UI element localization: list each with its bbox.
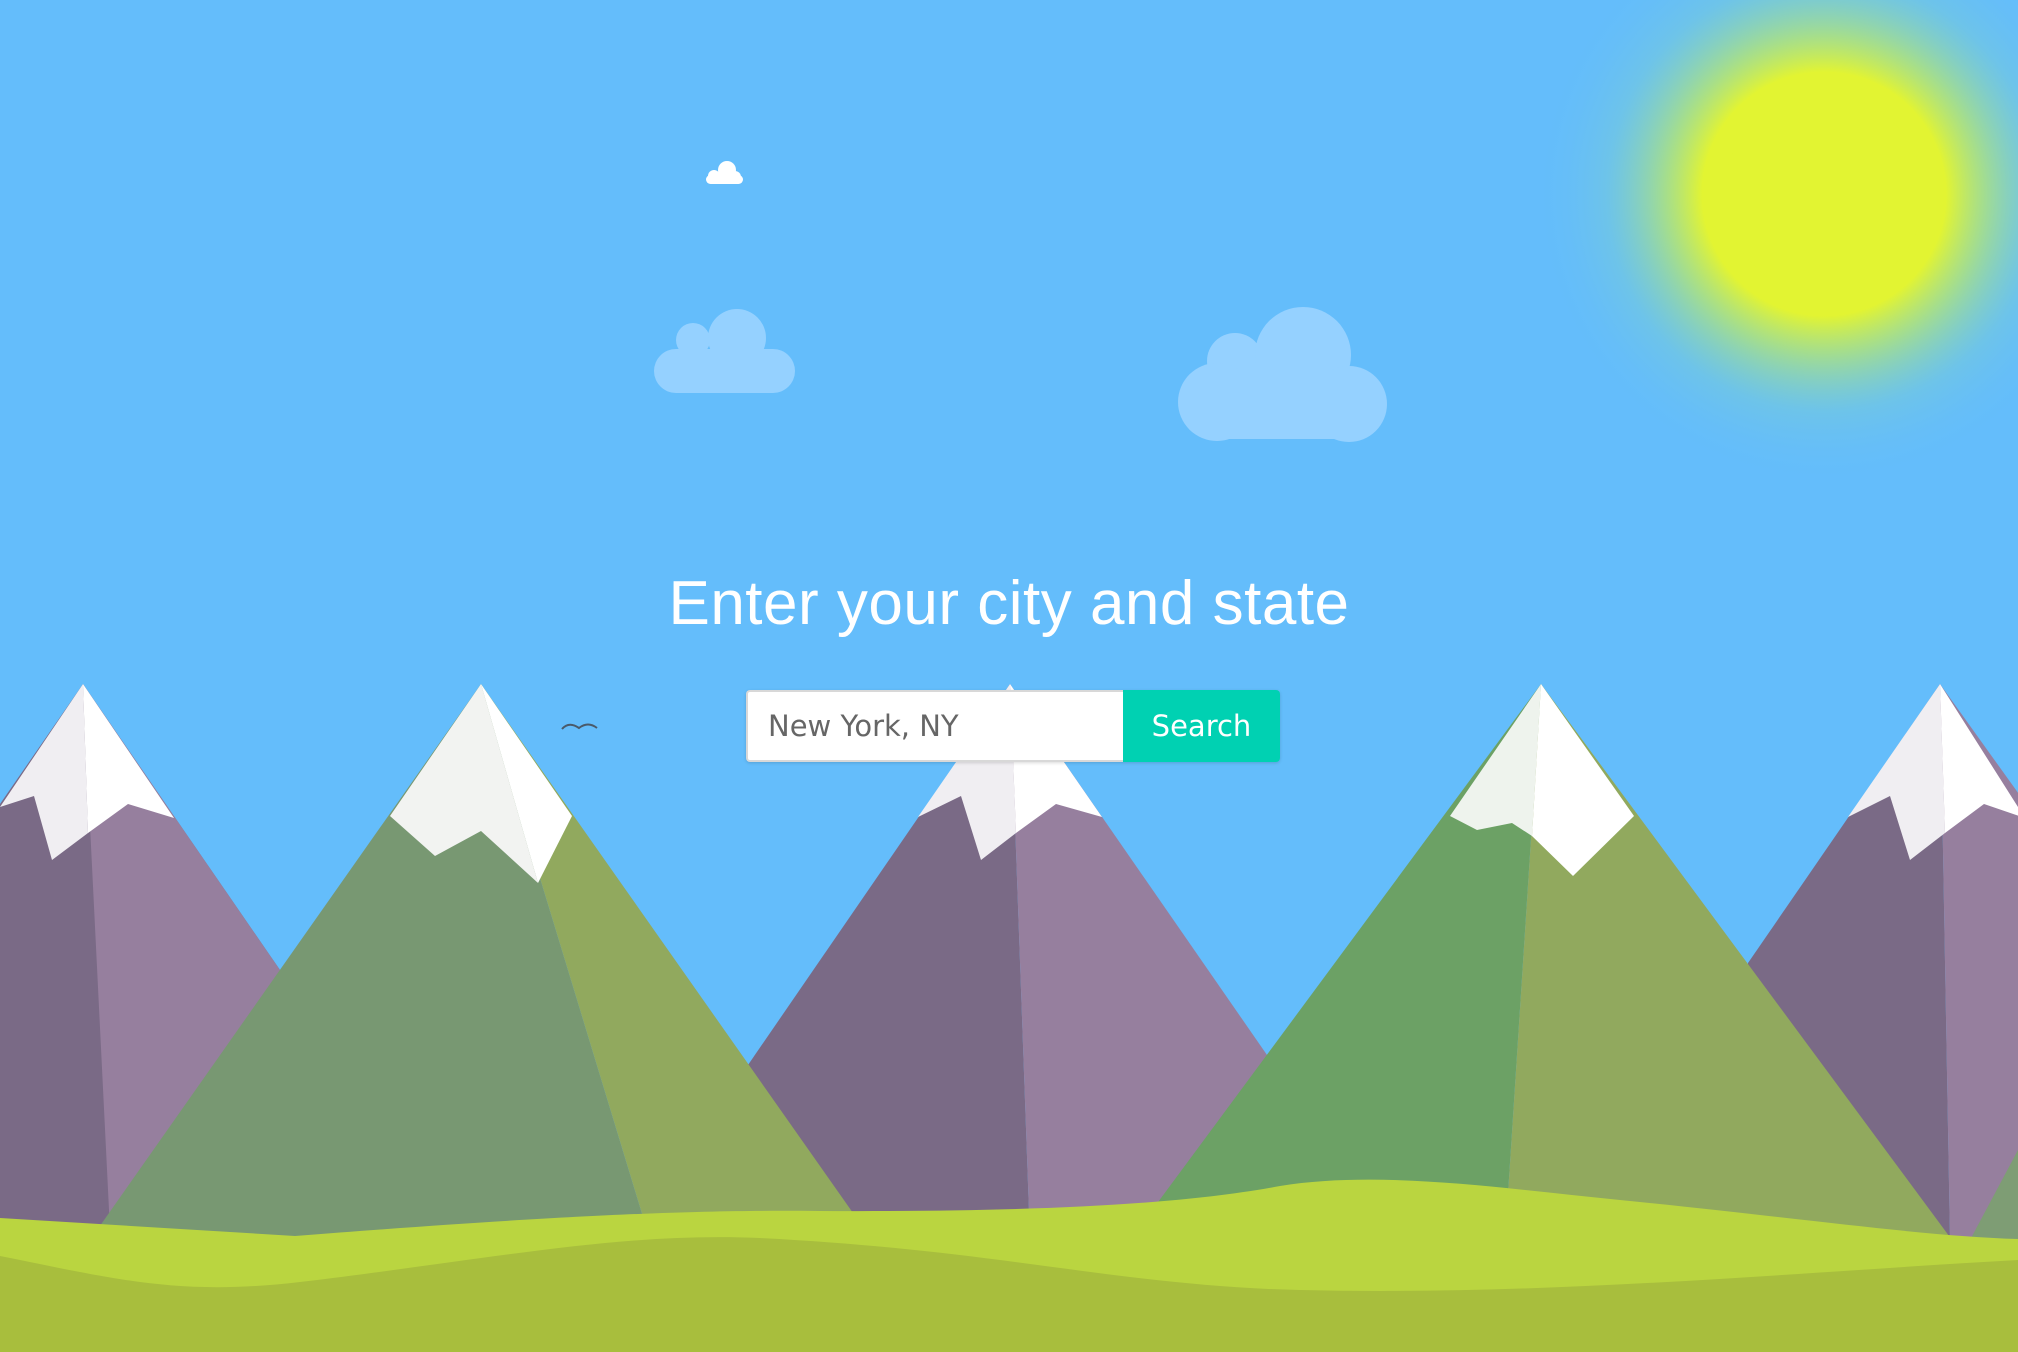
city-state-input[interactable] <box>746 690 1123 762</box>
city-search-form: Search <box>746 690 1280 762</box>
search-overlay: Enter your city and state Search <box>0 0 2018 1352</box>
search-button[interactable]: Search <box>1123 690 1280 762</box>
page-title: Enter your city and state <box>668 569 1350 638</box>
